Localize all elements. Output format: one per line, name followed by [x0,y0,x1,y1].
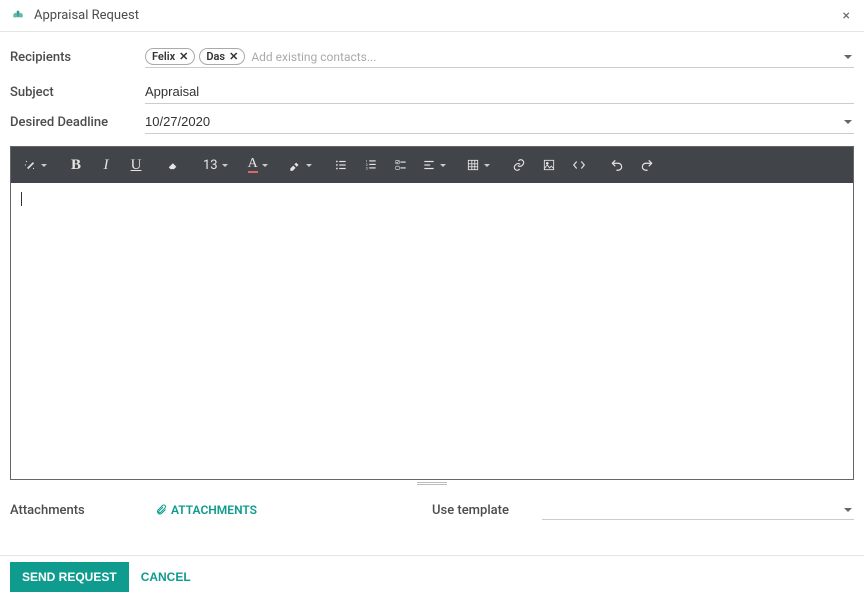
deadline-input[interactable] [145,112,854,131]
undo-button[interactable] [602,151,632,179]
magic-wand-button[interactable] [17,151,53,179]
editor-body[interactable] [11,183,853,479]
italic-button[interactable]: I [91,151,121,179]
recipients-placeholder: Add existing contacts... [251,50,376,64]
recipients-label: Recipients [10,50,145,65]
bold-button[interactable]: B [61,151,91,179]
tag-remove-icon[interactable]: ✕ [229,51,238,62]
butterfly-icon [10,8,26,24]
recipients-field[interactable]: Felix ✕ Das ✕ Add existing contacts... [145,46,854,68]
send-request-button[interactable]: SEND REQUEST [10,562,129,592]
cancel-button[interactable]: CANCEL [129,562,203,592]
attachments-link[interactable]: ATTACHMENTS [155,503,257,517]
deadline-label: Desired Deadline [10,115,145,130]
underline-button[interactable]: U [121,151,151,179]
chevron-down-icon[interactable] [844,120,852,124]
svg-text:3: 3 [366,167,368,171]
dialog-body: Recipients Felix ✕ Das ✕ Add existing co… [0,32,864,530]
code-button[interactable] [564,151,594,179]
attachments-label: Attachments [10,503,145,518]
close-icon[interactable]: × [839,8,854,24]
attachments-link-text: ATTACHMENTS [171,503,257,517]
table-button[interactable] [460,151,496,179]
eraser-button[interactable] [159,151,189,179]
editor-container: B I U 13 A 123 [10,146,854,480]
subject-row: Subject [10,80,854,104]
recipient-tag: Felix ✕ [145,48,195,65]
font-size-value: 13 [203,158,218,173]
chevron-down-icon[interactable] [844,55,852,59]
recipient-tag-label: Felix [152,50,175,63]
recipient-tag-label: Das [206,50,225,63]
highlight-button[interactable] [282,151,318,179]
recipient-tag: Das ✕ [199,48,245,65]
dialog-title: Appraisal Request [34,8,839,23]
redo-button[interactable] [632,151,662,179]
subject-label: Subject [10,85,145,100]
dialog-footer: SEND REQUEST CANCEL [0,555,864,597]
align-button[interactable] [416,151,452,179]
subject-field[interactable] [145,80,854,104]
resize-handle[interactable] [10,480,854,486]
chevron-down-icon[interactable] [844,508,852,512]
template-label: Use template [432,503,542,518]
editor-toolbar: B I U 13 A 123 [11,147,853,183]
recipients-row: Recipients Felix ✕ Das ✕ Add existing co… [10,46,854,68]
link-button[interactable] [504,151,534,179]
font-size-button[interactable]: 13 [197,151,234,179]
bottom-fields: Attachments ATTACHMENTS Use template [10,500,854,520]
dialog-header: Appraisal Request × [0,0,864,32]
image-button[interactable] [534,151,564,179]
unordered-list-button[interactable] [326,151,356,179]
tag-remove-icon[interactable]: ✕ [179,51,188,62]
font-color-button[interactable]: A [242,151,274,179]
ordered-list-button[interactable]: 123 [356,151,386,179]
template-field[interactable] [542,500,854,520]
checklist-button[interactable] [386,151,416,179]
deadline-row: Desired Deadline [10,110,854,134]
paperclip-icon [155,504,167,516]
subject-input[interactable] [145,82,854,101]
deadline-field[interactable] [145,110,854,134]
